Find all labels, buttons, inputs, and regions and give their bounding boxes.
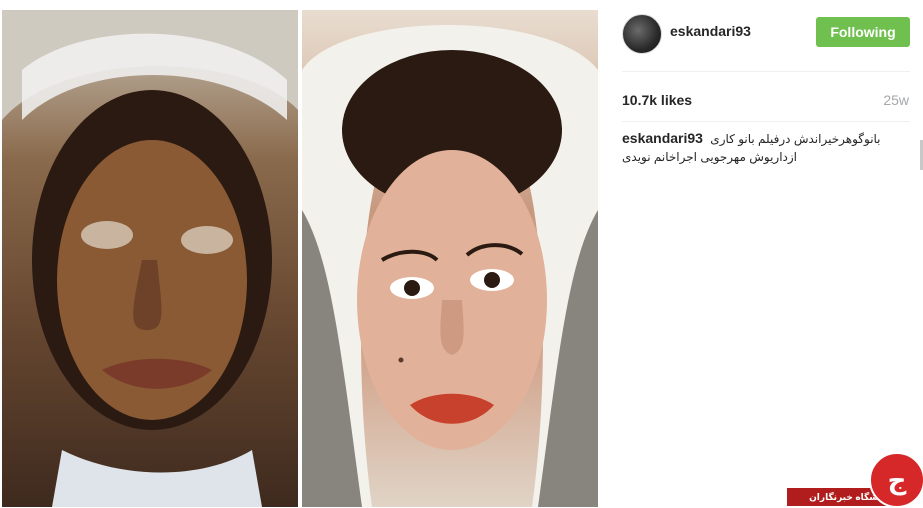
portrait-right-illustration bbox=[302, 25, 598, 507]
following-button[interactable]: Following bbox=[816, 17, 910, 47]
post-age[interactable]: 25w bbox=[883, 92, 909, 108]
photo-left-portrait bbox=[2, 10, 298, 507]
post-sidebar: eskandari93 Following 10.7k likes 25w es… bbox=[600, 0, 923, 507]
avatar[interactable] bbox=[622, 14, 662, 54]
post-media[interactable] bbox=[0, 0, 600, 507]
watermark: باشگاه خبرنگاران ج bbox=[787, 452, 923, 508]
post-header: eskandari93 Following bbox=[600, 0, 923, 68]
post-caption: eskandari93 بانوگوهرخیراندش درفیلم بانو … bbox=[622, 129, 882, 166]
portrait-left-illustration bbox=[2, 10, 298, 507]
likes-count[interactable]: 10.7k likes bbox=[622, 92, 692, 108]
username-link[interactable]: eskandari93 bbox=[670, 23, 751, 39]
photo-right-portrait bbox=[302, 10, 598, 507]
caption-text-line2: ازداریوش مهرجویی اجراخانم نویدی bbox=[622, 150, 798, 164]
stats-divider bbox=[622, 121, 910, 122]
watermark-logo-icon: ج bbox=[869, 452, 923, 508]
caption-username-link[interactable]: eskandari93 bbox=[622, 130, 703, 146]
caption-text-line1: بانوگوهرخیراندش درفیلم بانو کاری bbox=[710, 132, 881, 146]
header-divider bbox=[622, 71, 910, 72]
